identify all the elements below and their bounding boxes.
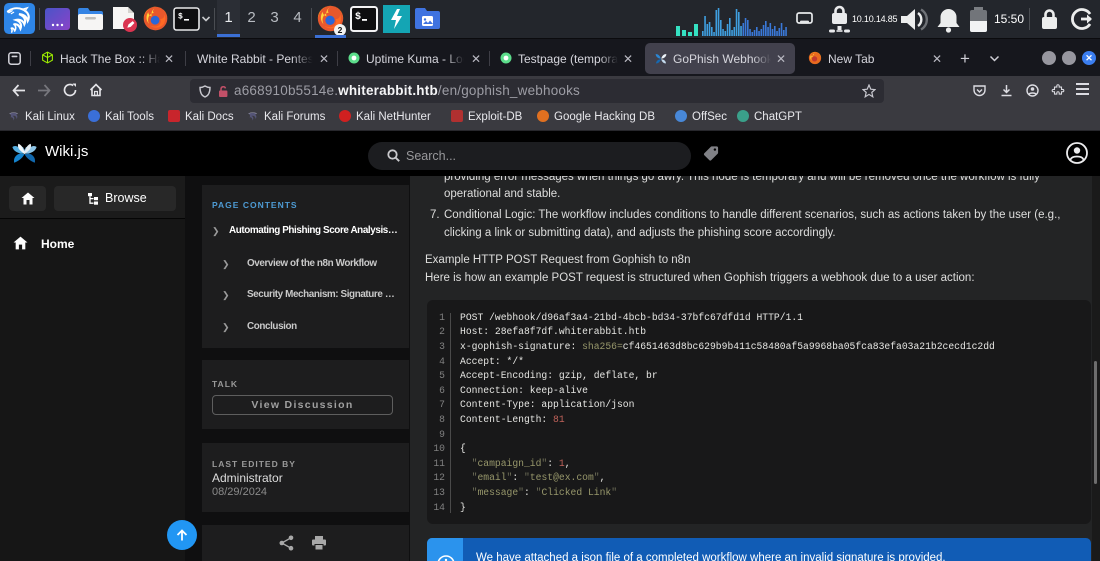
svg-text:$: $ <box>178 13 183 22</box>
svg-text:$: $ <box>355 11 361 23</box>
